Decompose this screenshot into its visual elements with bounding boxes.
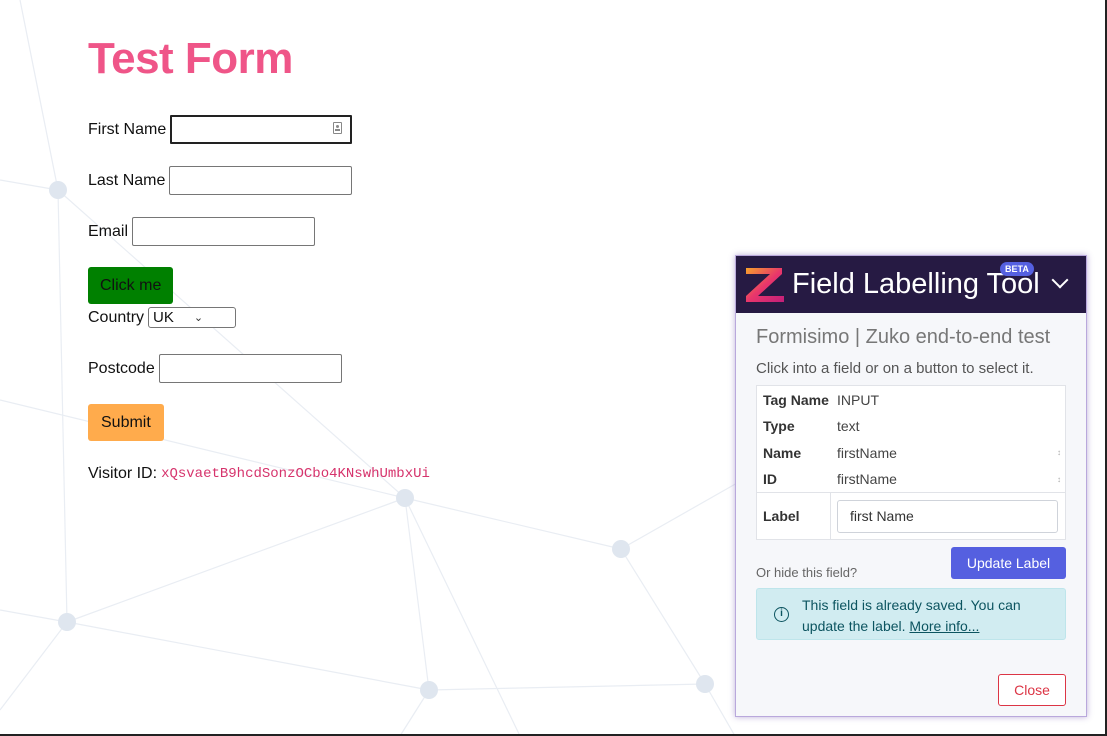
postcode-input[interactable] xyxy=(158,354,342,383)
alert-text: This field is already saved. You can upd… xyxy=(802,595,1052,637)
field-info-value: firstName xyxy=(837,444,897,461)
country-label: Country xyxy=(88,308,145,326)
hide-field-link[interactable]: Or hide this field? xyxy=(756,565,857,580)
postcode-label: Postcode xyxy=(88,359,155,377)
visitor-id-value: xQsvaetB9hcdSonzOCbo4KNswhUmbxUi xyxy=(161,466,430,482)
email-input[interactable] xyxy=(132,217,316,246)
click-me-button[interactable]: Click me xyxy=(88,267,174,304)
label-key: Label xyxy=(757,493,831,539)
first-name-row: First Name xyxy=(88,115,353,144)
info-alert: i This field is already saved. You can u… xyxy=(756,588,1066,640)
click-me-row: Click me xyxy=(88,267,174,304)
field-info-key: Type xyxy=(763,418,795,434)
field-info-row: Name firstName ↕ xyxy=(757,439,1065,466)
country-selected-value: UK xyxy=(153,309,174,326)
last-name-label: Last Name xyxy=(88,171,166,189)
collapse-chevron-icon[interactable] xyxy=(1051,271,1069,289)
field-info-key: Name xyxy=(763,444,802,461)
visitor-id-label: Visitor ID: xyxy=(88,465,158,482)
last-name-row: Last Name xyxy=(88,166,353,195)
field-info-table: Tag Name INPUT Type text Name firstName … xyxy=(756,385,1066,540)
zuko-logo-icon xyxy=(746,268,784,302)
resize-handle-icon[interactable]: ↕ xyxy=(1057,448,1061,457)
postcode-row: Postcode xyxy=(88,354,342,383)
field-info-row: Type text xyxy=(757,413,1065,439)
panel-hint: Click into a field or on a button to sel… xyxy=(756,360,1034,377)
contact-card-icon[interactable] xyxy=(333,122,343,134)
submit-button[interactable]: Submit xyxy=(88,404,164,441)
email-row: Email xyxy=(88,217,316,246)
field-info-row: Tag Name INPUT xyxy=(757,386,1065,413)
country-select[interactable]: UK ⌄ xyxy=(148,307,237,328)
label-input[interactable]: first Name xyxy=(837,499,1058,533)
last-name-input[interactable] xyxy=(169,166,353,195)
close-button[interactable]: Close xyxy=(998,674,1066,706)
chevron-down-icon: ⌄ xyxy=(193,312,204,324)
field-info-value: INPUT xyxy=(837,391,879,408)
label-row: Label first Name xyxy=(757,492,1065,539)
field-info-key: Tag Name xyxy=(763,391,829,408)
panel-subtitle: Formisimo | Zuko end-to-end test xyxy=(756,326,1051,348)
resize-handle-icon[interactable]: ↕ xyxy=(1057,475,1061,484)
visitor-id-row: Visitor ID: xQsvaetB9hcdSonzOCbo4KNswhUm… xyxy=(88,465,430,483)
update-label-button[interactable]: Update Label xyxy=(951,547,1066,579)
field-info-value: firstName xyxy=(837,471,897,487)
first-name-input[interactable] xyxy=(170,115,353,144)
info-icon: i xyxy=(774,607,789,622)
page-title: Test Form xyxy=(88,34,293,83)
first-name-label: First Name xyxy=(88,120,167,138)
panel-header: Field Labelling Tool BETA xyxy=(736,256,1086,313)
field-info-value: text xyxy=(837,418,860,434)
country-row: Country UK ⌄ xyxy=(88,307,237,328)
field-info-key: ID xyxy=(763,471,777,487)
field-info-row: ID firstName ↕ xyxy=(757,466,1065,492)
more-info-link[interactable]: More info... xyxy=(909,618,979,634)
label-input-value: first Name xyxy=(850,508,914,524)
email-label: Email xyxy=(88,222,129,240)
field-labelling-panel: Field Labelling Tool BETA Formisimo | Zu… xyxy=(735,255,1087,717)
beta-badge: BETA xyxy=(1000,262,1034,276)
submit-row: Submit xyxy=(88,404,164,441)
